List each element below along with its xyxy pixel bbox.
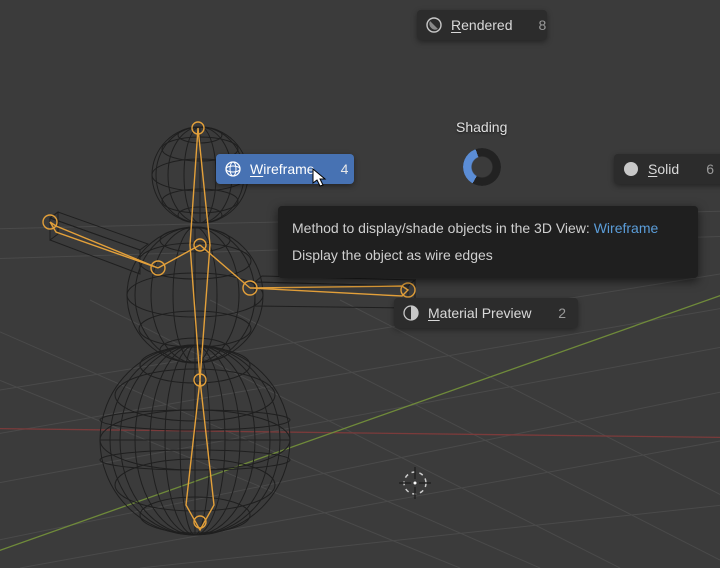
shading-mode-rendered[interactable]: Rendered 8 (417, 10, 547, 40)
mode-label: Material Preview (428, 305, 532, 321)
mode-label: Wireframe (250, 161, 315, 177)
pie-menu-title: Shading (456, 119, 507, 135)
pie-menu-title-text: Shading (456, 119, 507, 135)
circle-solid-icon (622, 160, 640, 178)
tooltip-line-1: Method to display/shade objects in the 3… (292, 218, 684, 239)
shading-mode-wireframe[interactable]: Wireframe 4 (216, 154, 354, 184)
tooltip: Method to display/shade objects in the 3… (278, 206, 698, 278)
shading-mode-material-preview[interactable]: Material Preview 2 (394, 298, 578, 328)
mode-label: Solid (648, 161, 680, 177)
mode-hint: 2 (558, 305, 566, 321)
axes (0, 278, 720, 568)
pie-menu-ring (463, 148, 501, 186)
material-preview-icon (402, 304, 420, 322)
mode-hint: 8 (539, 17, 547, 33)
mode-hint: 6 (706, 161, 714, 177)
shading-mode-solid[interactable]: Solid 6 (614, 154, 720, 184)
mode-hint: 4 (341, 161, 349, 177)
tooltip-link: Wireframe (594, 220, 659, 236)
globe-shaded-icon (425, 16, 443, 34)
tooltip-line-2: Display the object as wire edges (292, 245, 684, 266)
globe-wire-icon (224, 160, 242, 178)
snowman-wireframe (50, 127, 415, 535)
scene-canvas (0, 0, 720, 568)
viewport-3d[interactable]: Shading Rendered 8 Wireframe 4 Solid 6 (0, 0, 720, 568)
mode-label: Rendered (451, 17, 513, 33)
